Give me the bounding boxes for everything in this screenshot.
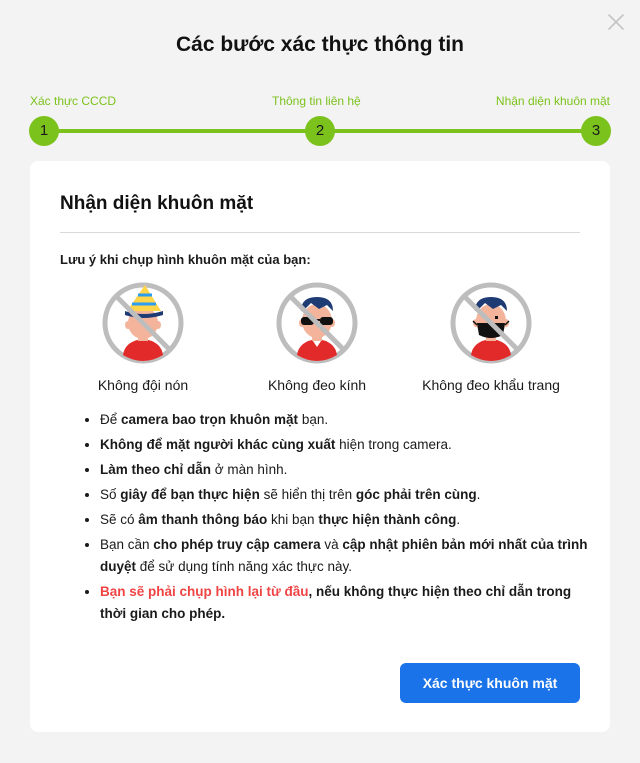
instruction-text: sẽ hiển thị trên <box>259 487 356 502</box>
verify-face-button[interactable]: Xác thực khuôn mặt <box>400 663 580 703</box>
rule-caption-no-glasses: Không đeo kính <box>267 377 367 393</box>
instruction-text: góc phải trên cùng <box>355 487 477 502</box>
instruction-text: để sử dụng tính năng xác thực này. <box>136 559 352 574</box>
instruction-item: Số giây để bạn thực hiện sẽ hiển thị trê… <box>100 484 600 506</box>
instruction-text: hiện trong camera. <box>335 437 452 452</box>
instruction-text: khi bạn <box>267 512 319 527</box>
instruction-text: . <box>456 512 461 527</box>
instruction-item: Bạn sẽ phải chụp hình lại từ đầu, nếu kh… <box>100 581 600 625</box>
instruction-text: Sẽ có <box>100 512 139 527</box>
no-mask-icon <box>450 282 532 364</box>
instruction-text: Để <box>100 412 122 427</box>
instruction-text: Không để mặt người khác cùng xuất <box>100 437 336 452</box>
note-heading: Lưu ý khi chụp hình khuôn mặt của bạn: <box>60 252 311 267</box>
instruction-text: camera bao trọn khuôn mặt <box>121 412 299 427</box>
rule-no-hat: Không đội nón <box>63 281 223 393</box>
instruction-text: ở màn hình. <box>211 462 288 477</box>
divider <box>60 232 580 233</box>
instruction-text: bạn. <box>298 412 329 427</box>
instruction-text: Số <box>100 487 121 502</box>
instruction-text: Bạn sẽ phải chụp hình lại từ đầu <box>100 584 309 599</box>
no-hat-icon <box>102 282 184 364</box>
instruction-text: Bạn cần <box>100 537 154 552</box>
instruction-item: Sẽ có âm thanh thông báo khi bạn thực hi… <box>100 509 600 531</box>
rule-no-mask: Không đeo khẩu trang <box>411 281 571 393</box>
instruction-text: . <box>476 487 481 502</box>
step-3-circle: 3 <box>582 117 610 145</box>
instruction-item: Không để mặt người khác cùng xuất hiện t… <box>100 434 600 456</box>
no-glasses-icon <box>276 282 358 364</box>
instruction-item: Bạn cần cho phép truy cập camera và cập … <box>100 534 600 578</box>
instruction-item: Để camera bao trọn khuôn mặt bạn. <box>100 409 600 431</box>
instruction-text: và <box>320 537 343 552</box>
instruction-item: Làm theo chỉ dẫn ở màn hình. <box>100 459 600 481</box>
rule-caption-no-mask: Không đeo khẩu trang <box>422 377 560 393</box>
instruction-list: Để camera bao trọn khuôn mặt bạn. Không đ… <box>80 409 600 628</box>
rule-caption-no-hat: Không đội nón <box>97 377 189 393</box>
step-2-circle: 2 <box>306 117 334 145</box>
stepper: Xác thực CCCD Thông tin liên hệ Nhận diệ… <box>0 0 640 160</box>
step-1-label: Xác thực CCCD <box>30 94 117 108</box>
step-2-label: Thông tin liên hệ <box>272 94 361 108</box>
instruction-text: Làm theo chỉ dẫn <box>100 462 212 477</box>
section-title: Nhận diện khuôn mặt <box>60 193 254 214</box>
instruction-text: cho phép truy cập camera <box>153 537 321 552</box>
instruction-text: âm thanh thông báo <box>138 512 268 527</box>
step-3-label: Nhận diện khuôn mặt <box>495 94 610 108</box>
rule-no-glasses: Không đeo kính <box>237 281 397 393</box>
face-verification-card: Nhận diện khuôn mặt Lưu ý khi chụp hình … <box>30 161 610 732</box>
instruction-text: thực hiện thành công <box>318 512 457 527</box>
instruction-text: giây để bạn thực hiện <box>120 487 260 502</box>
step-1-circle: 1 <box>30 117 58 145</box>
